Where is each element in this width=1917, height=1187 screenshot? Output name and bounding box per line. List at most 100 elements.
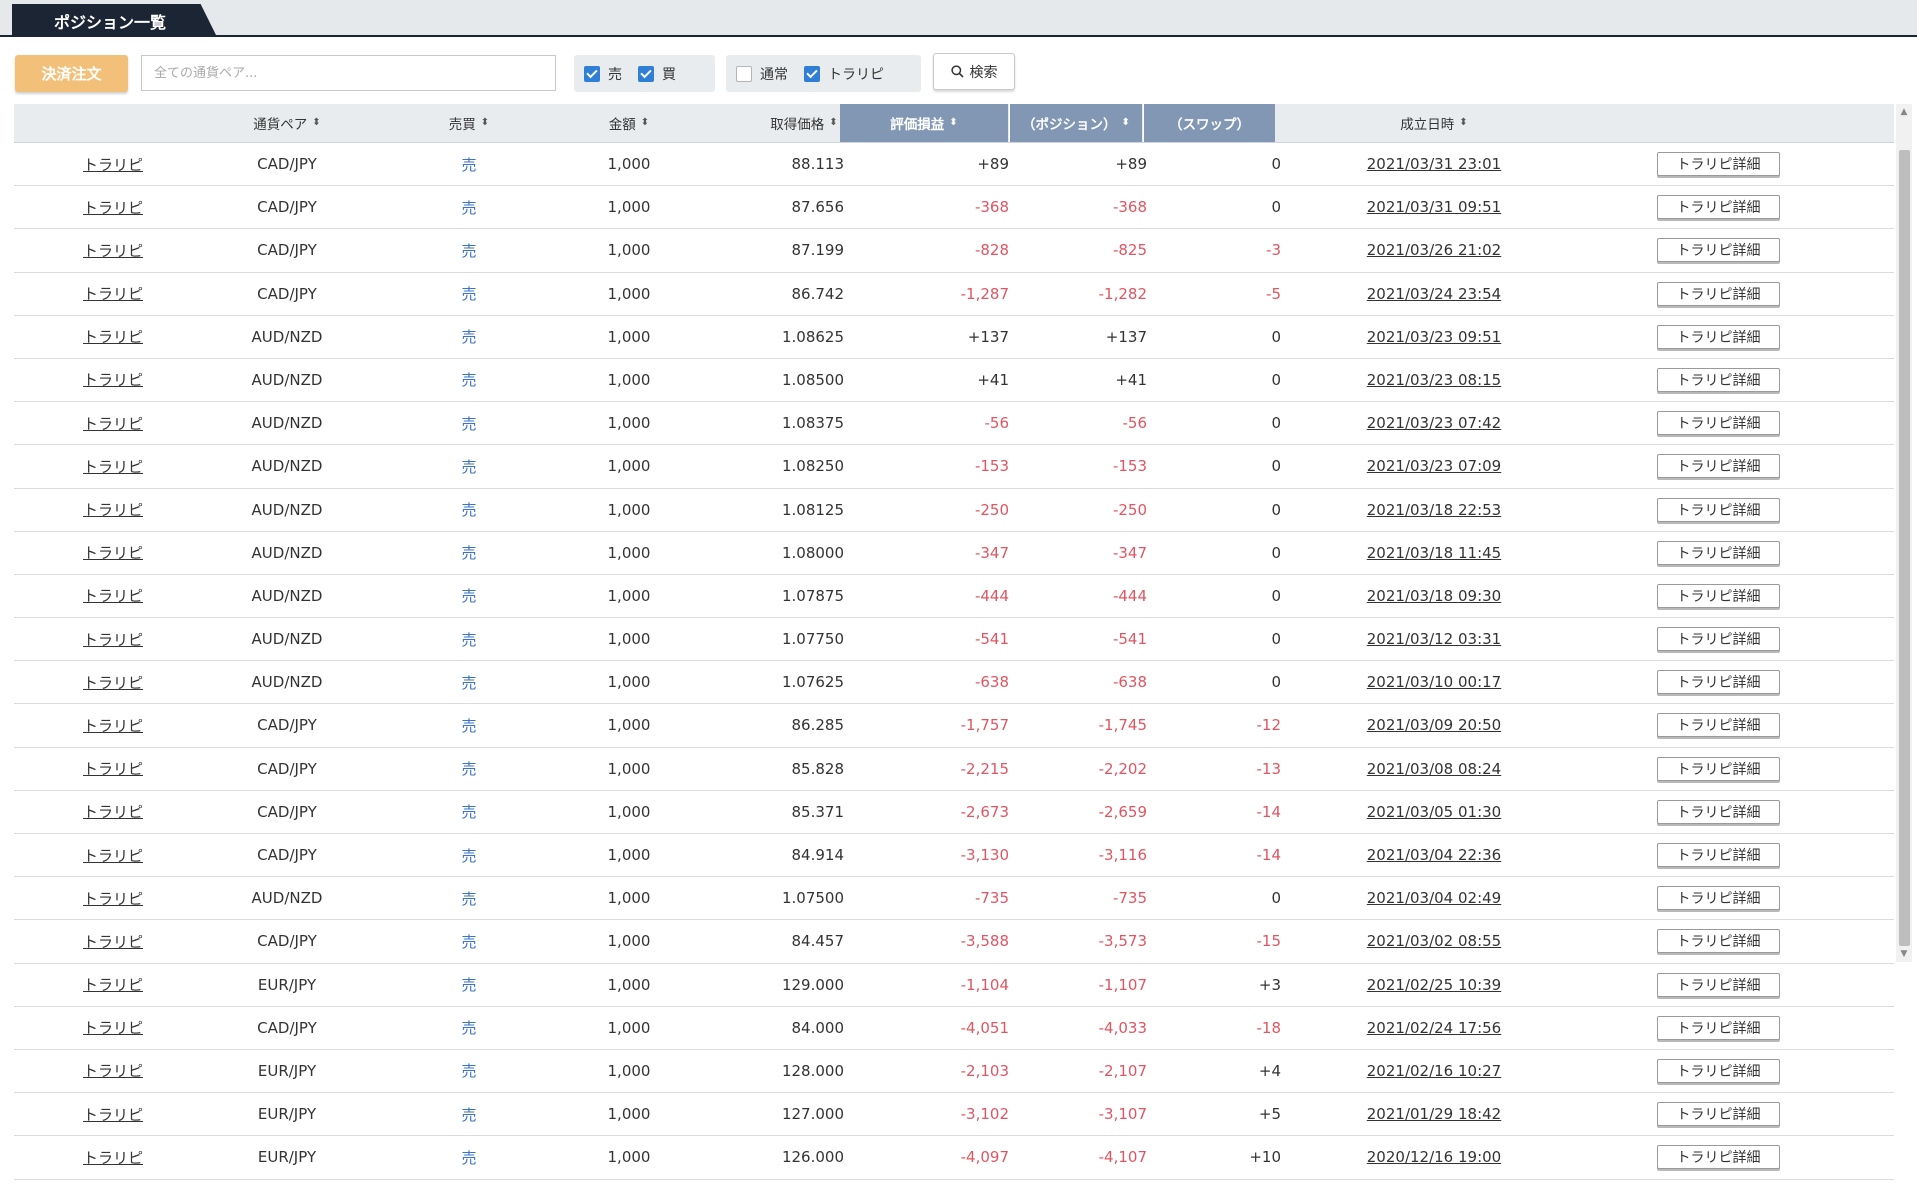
trap-repeat-detail-button[interactable]: トラリピ詳細: [1657, 152, 1780, 176]
cell-datetime[interactable]: 2021/03/23 08:15: [1324, 359, 1544, 401]
cell-type[interactable]: トラリピ: [14, 143, 212, 185]
trap-repeat-detail-button[interactable]: トラリピ詳細: [1657, 1102, 1780, 1127]
cell-datetime[interactable]: 2021/03/31 23:01: [1324, 143, 1544, 185]
trap-repeat-detail-button[interactable]: トラリピ詳細: [1657, 886, 1780, 911]
column-header-pair[interactable]: 通貨ペア ⬍: [217, 104, 357, 142]
column-header-datetime[interactable]: 成立日時 ⬍: [1324, 104, 1544, 142]
settle-order-button[interactable]: 決済注文: [15, 55, 128, 92]
trap-repeat-detail-button[interactable]: トラリピ詳細: [1657, 1015, 1780, 1040]
scroll-thumb[interactable]: [1899, 150, 1910, 946]
trap-repeat-detail-button[interactable]: トラリピ詳細: [1657, 670, 1780, 695]
cell-type[interactable]: トラリピ: [14, 1007, 212, 1049]
column-header-swap[interactable]: （スワップ）: [1143, 104, 1275, 142]
trap-repeat-detail-button[interactable]: トラリピ詳細: [1657, 454, 1780, 479]
trap-repeat-detail-button[interactable]: トラリピ詳細: [1657, 929, 1780, 954]
cell-type[interactable]: トラリピ: [14, 316, 212, 358]
cell-type[interactable]: トラリピ: [14, 661, 212, 703]
cell-type[interactable]: トラリピ: [14, 229, 212, 271]
cell-datetime[interactable]: 2021/03/04 22:36: [1324, 834, 1544, 876]
trap-repeat-detail-button[interactable]: トラリピ詳細: [1657, 799, 1780, 824]
column-header-side[interactable]: 売買 ⬍: [414, 104, 524, 142]
cell-type[interactable]: トラリピ: [14, 618, 212, 660]
trap-repeat-detail-button[interactable]: トラリピ詳細: [1657, 713, 1780, 738]
cell-type[interactable]: トラリピ: [14, 704, 212, 746]
cell-type[interactable]: トラリピ: [14, 834, 212, 876]
cell-type[interactable]: トラリピ: [14, 964, 212, 1006]
tab-position-list[interactable]: ポジション一覧: [12, 4, 217, 37]
trap-repeat-detail-button[interactable]: トラリピ詳細: [1657, 756, 1780, 781]
cell-type[interactable]: トラリピ: [14, 920, 212, 962]
cell-swap: 0: [1271, 414, 1281, 433]
cell-datetime[interactable]: 2021/03/31 09:51: [1324, 186, 1544, 228]
cell-datetime[interactable]: 2021/03/18 11:45: [1324, 532, 1544, 574]
column-header-amount[interactable]: 金額 ⬍: [569, 104, 689, 142]
trap-repeat-filter-checkbox[interactable]: トラリピ: [804, 64, 884, 84]
cell-datetime[interactable]: 2021/03/10 00:17: [1324, 661, 1544, 703]
scroll-down-icon[interactable]: ▼: [1896, 946, 1912, 962]
cell-type[interactable]: トラリピ: [14, 489, 212, 531]
cell-datetime[interactable]: 2021/03/18 09:30: [1324, 575, 1544, 617]
trap-repeat-detail-button[interactable]: トラリピ詳細: [1657, 281, 1780, 306]
toolbar: 決済注文 売 買 通常 トラリピ 検索: [10, 50, 1910, 98]
trap-repeat-detail-button[interactable]: トラリピ詳細: [1657, 627, 1780, 652]
cell-type[interactable]: トラリピ: [14, 532, 212, 574]
trap-repeat-detail-button[interactable]: トラリピ詳細: [1657, 324, 1780, 349]
cell-type[interactable]: トラリピ: [14, 359, 212, 401]
cell-type[interactable]: トラリピ: [14, 1136, 212, 1178]
cell-price: 128.000: [781, 1061, 844, 1080]
cell-datetime[interactable]: 2021/02/24 17:56: [1324, 1007, 1544, 1049]
cell-type[interactable]: トラリピ: [14, 791, 212, 833]
cell-datetime[interactable]: 2021/03/23 07:42: [1324, 402, 1544, 444]
trap-repeat-detail-button[interactable]: トラリピ詳細: [1657, 843, 1780, 867]
cell-pair: AUD/NZD: [251, 327, 323, 346]
cell-type[interactable]: トラリピ: [14, 748, 212, 790]
trap-repeat-detail-button[interactable]: トラリピ詳細: [1657, 238, 1780, 263]
column-header-pnl[interactable]: 評価損益 ⬍: [840, 104, 1008, 142]
sell-filter-checkbox[interactable]: 売: [584, 64, 622, 84]
trap-repeat-detail-button[interactable]: トラリピ詳細: [1657, 411, 1780, 436]
cell-datetime[interactable]: 2021/02/16 10:27: [1324, 1050, 1544, 1092]
normal-filter-checkbox[interactable]: 通常: [736, 64, 788, 84]
cell-type[interactable]: トラリピ: [14, 877, 212, 919]
cell-datetime[interactable]: 2021/02/25 10:39: [1324, 964, 1544, 1006]
cell-datetime[interactable]: 2021/03/24 23:54: [1324, 273, 1544, 315]
cell-type[interactable]: トラリピ: [14, 575, 212, 617]
scroll-up-icon[interactable]: ▲: [1896, 104, 1912, 120]
cell-datetime[interactable]: 2021/03/23 09:51: [1324, 316, 1544, 358]
cell-datetime[interactable]: 2021/01/29 18:42: [1324, 1093, 1544, 1135]
search-button[interactable]: 検索: [933, 53, 1015, 90]
cell-type[interactable]: トラリピ: [14, 1050, 212, 1092]
cell-datetime[interactable]: 2021/03/08 08:24: [1324, 748, 1544, 790]
buy-filter-checkbox[interactable]: 買: [638, 64, 676, 84]
trap-repeat-detail-button[interactable]: トラリピ詳細: [1657, 1058, 1780, 1083]
cell-amount: 1,000: [607, 543, 651, 562]
trap-repeat-detail-button[interactable]: トラリピ詳細: [1657, 367, 1780, 392]
table-scrollbar[interactable]: ▲ ▼: [1896, 104, 1912, 962]
cell-datetime[interactable]: 2021/03/23 07:09: [1324, 445, 1544, 487]
cell-type[interactable]: トラリピ: [14, 445, 212, 487]
cell-type[interactable]: トラリピ: [14, 1093, 212, 1135]
cell-type[interactable]: トラリピ: [14, 402, 212, 444]
column-header-position[interactable]: （ポジション） ⬍: [1009, 104, 1142, 142]
cell-pnl: -828: [974, 241, 1009, 260]
cell-datetime[interactable]: 2021/03/02 08:55: [1324, 920, 1544, 962]
cell-position: -1,107: [1098, 975, 1147, 994]
trap-repeat-detail-button[interactable]: トラリピ詳細: [1657, 540, 1780, 565]
cell-datetime[interactable]: 2021/03/05 01:30: [1324, 791, 1544, 833]
cell-type[interactable]: トラリピ: [14, 273, 212, 315]
currency-pair-input[interactable]: [141, 55, 556, 91]
cell-datetime[interactable]: 2021/03/12 03:31: [1324, 618, 1544, 660]
cell-datetime[interactable]: 2021/03/09 20:50: [1324, 704, 1544, 746]
cell-datetime[interactable]: 2021/03/18 22:53: [1324, 489, 1544, 531]
cell-amount: 1,000: [607, 1018, 651, 1037]
cell-datetime[interactable]: 2021/03/26 21:02: [1324, 229, 1544, 271]
cell-amount: 1,000: [607, 846, 651, 864]
trap-repeat-detail-button[interactable]: トラリピ詳細: [1657, 972, 1780, 997]
trap-repeat-detail-button[interactable]: トラリピ詳細: [1657, 497, 1780, 522]
trap-repeat-detail-button[interactable]: トラリピ詳細: [1657, 1145, 1780, 1170]
trap-repeat-detail-button[interactable]: トラリピ詳細: [1657, 195, 1780, 220]
cell-type[interactable]: トラリピ: [14, 186, 212, 228]
cell-datetime[interactable]: 2020/12/16 19:00: [1324, 1136, 1544, 1178]
cell-datetime[interactable]: 2021/03/04 02:49: [1324, 877, 1544, 919]
trap-repeat-detail-button[interactable]: トラリピ詳細: [1657, 583, 1780, 608]
